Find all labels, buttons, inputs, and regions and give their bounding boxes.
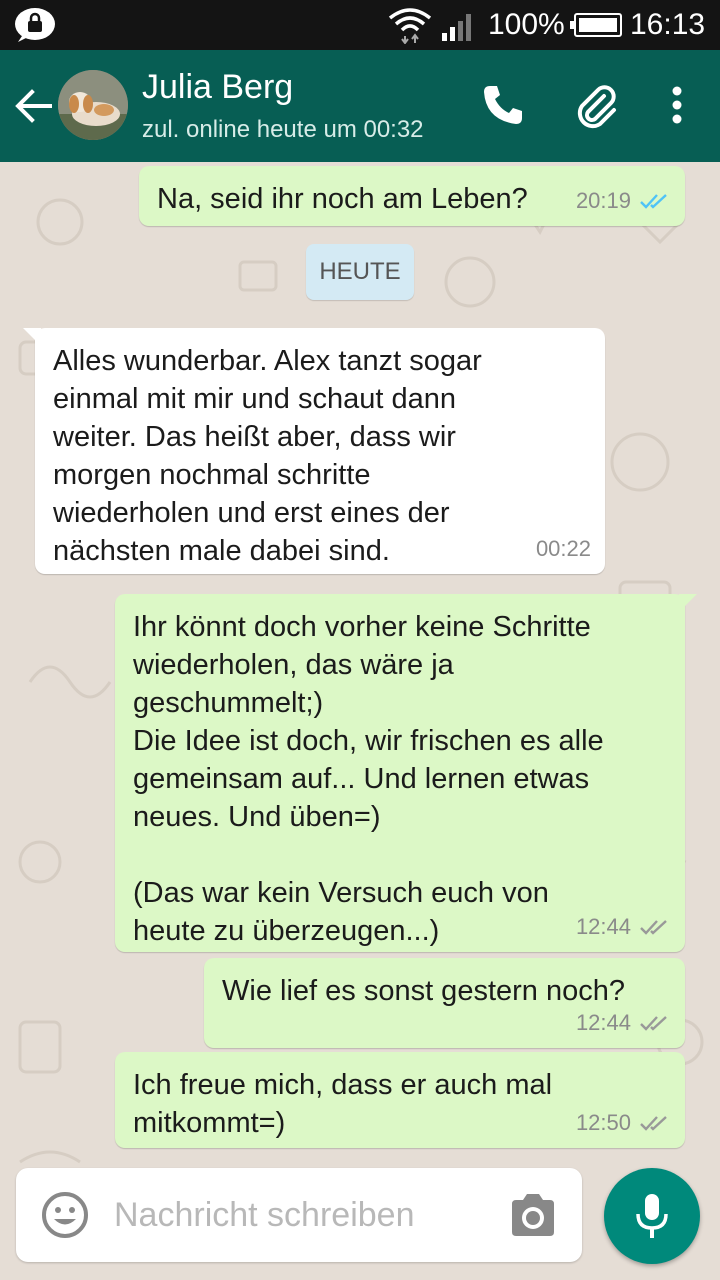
back-arrow-icon[interactable] xyxy=(14,86,54,126)
signal-icon xyxy=(442,14,471,41)
message-bubble-outgoing[interactable]: Ihr könnt doch vorher keine Schritte wie… xyxy=(115,594,697,952)
status-clock: 16:13 xyxy=(630,8,706,41)
message-list[interactable]: Na, seid ihr noch am Leben? 20:19 HEUTE … xyxy=(0,162,720,1280)
wifi-icon xyxy=(388,8,432,44)
message-composer[interactable]: Nachricht schreiben xyxy=(16,1168,582,1262)
message-meta: 12:50 xyxy=(576,1104,671,1142)
delivered-ticks-icon xyxy=(640,1116,667,1131)
mic-icon xyxy=(636,1194,668,1238)
chat-header: Julia Berg zul. online heute um 00:32 xyxy=(0,50,720,162)
last-seen-status: zul. online heute um 00:32 xyxy=(142,116,424,143)
voice-message-button[interactable] xyxy=(604,1168,700,1264)
battery-icon xyxy=(570,13,622,37)
message-meta: 12:44 xyxy=(576,908,671,946)
delivered-ticks-icon xyxy=(640,1016,667,1031)
date-divider: HEUTE xyxy=(306,244,414,300)
emoji-icon[interactable] xyxy=(40,1190,90,1240)
contact-name[interactable]: Julia Berg xyxy=(142,68,293,107)
lock-icon xyxy=(15,8,55,42)
message-time: 00:22 xyxy=(535,536,591,561)
read-ticks-icon xyxy=(640,194,667,209)
message-time: 20:19 xyxy=(575,188,631,213)
message-meta: 12:44 xyxy=(576,1004,671,1042)
message-text: Ihr könnt doch vorher keine Schritte wie… xyxy=(133,611,604,947)
message-bubble-incoming[interactable]: Alles wunderbar. Alex tanzt sogar einmal… xyxy=(23,328,605,574)
status-bar: 100% 16:13 xyxy=(0,0,720,50)
bubble-tail xyxy=(679,594,697,612)
message-meta: 20:19 xyxy=(576,182,671,220)
message-text: Alles wunderbar. Alex tanzt sogar einmal… xyxy=(53,345,482,567)
message-bubble-outgoing[interactable]: Na, seid ihr noch am Leben? 20:19 xyxy=(139,166,685,226)
bubble-tail xyxy=(23,328,41,346)
message-time: 12:50 xyxy=(575,1110,631,1135)
more-vert-icon[interactable] xyxy=(652,80,702,130)
paperclip-icon[interactable] xyxy=(570,80,620,130)
message-time: 12:44 xyxy=(575,914,631,939)
message-time: 12:44 xyxy=(575,1010,631,1035)
avatar[interactable] xyxy=(58,70,128,140)
battery-percentage: 100% xyxy=(488,8,565,41)
message-bubble-outgoing[interactable]: Ich freue mich, dass er auch mal mitkomm… xyxy=(115,1052,685,1148)
delivered-ticks-icon xyxy=(640,920,667,935)
phone-icon[interactable] xyxy=(478,80,528,130)
camera-icon[interactable] xyxy=(508,1192,558,1238)
message-bubble-outgoing[interactable]: Wie lief es sonst gestern noch? 12:44 xyxy=(204,958,685,1048)
message-meta: 00:22 xyxy=(536,530,591,568)
message-input[interactable]: Nachricht schreiben xyxy=(114,1196,414,1235)
